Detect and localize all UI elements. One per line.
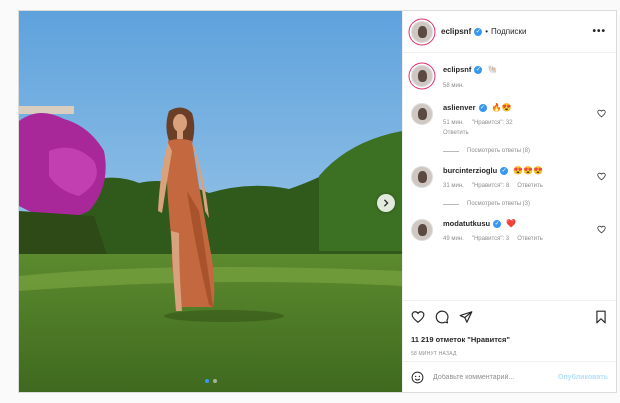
chevron-right-icon — [383, 199, 389, 207]
commenter-avatar[interactable] — [411, 219, 433, 242]
caption-avatar[interactable] — [411, 65, 433, 87]
reply-button[interactable]: Ответить — [517, 236, 543, 242]
view-replies-label: Посмотреть ответы (8) — [467, 148, 531, 155]
comment-text: ❤️ — [506, 219, 517, 229]
caption-text: 🐚 — [487, 65, 498, 74]
carousel-indicator — [19, 379, 402, 383]
carousel-next-button[interactable] — [377, 194, 395, 212]
post-timestamp[interactable]: 58 МИНУТ НАЗАД — [411, 351, 608, 357]
carousel-dot-2 — [212, 379, 217, 383]
verified-badge-icon: ✓ — [474, 27, 483, 36]
follow-status-button[interactable]: Подписки — [491, 27, 526, 36]
carousel-dot-1 — [204, 379, 209, 383]
action-icons — [411, 309, 608, 325]
comment-time[interactable]: 51 мин. — [443, 120, 464, 126]
like-comment-heart-icon[interactable] — [597, 172, 606, 181]
comment-username[interactable]: burcinterzioglu — [443, 166, 497, 175]
comment-likes[interactable]: "Нравится": 32 — [472, 120, 513, 126]
comment-input[interactable] — [433, 373, 558, 381]
comment-username[interactable]: modatutkusu — [443, 219, 490, 228]
comment-username[interactable]: aslienver — [443, 103, 476, 112]
header-separator: • — [485, 27, 489, 36]
post-side-panel: eclipsnf ✓ • Подписки ••• eclipsnf ✓ 🐚 58… — [402, 11, 616, 392]
verified-badge-icon: ✓ — [478, 104, 487, 113]
view-replies-line — [443, 150, 459, 152]
post-photo[interactable] — [19, 11, 402, 392]
caption-meta: 58 мин. — [443, 83, 497, 89]
like-heart-icon[interactable] — [411, 310, 425, 324]
commenter-avatar[interactable] — [411, 103, 433, 126]
comment-text: 🔥😍 — [491, 103, 512, 113]
comment-text: 😍😍😍 — [513, 166, 544, 176]
author-username[interactable]: eclipsnf — [441, 27, 471, 36]
view-replies-label: Посмотреть ответы (3) — [467, 201, 531, 208]
comment-likes[interactable]: "Нравится": 3 — [472, 236, 509, 242]
more-options-icon[interactable]: ••• — [592, 26, 606, 37]
photo-image — [19, 11, 402, 392]
bookmark-icon[interactable] — [594, 310, 608, 324]
comment-meta: 31 мин. "Нравится": 8 Ответить — [443, 183, 543, 189]
view-replies-button[interactable]: Посмотреть ответы (8) — [443, 148, 608, 154]
view-replies-line — [443, 203, 459, 205]
comment-row: burcinterzioglu ✓ 😍😍😍 31 мин. "Нравится":… — [411, 166, 608, 189]
share-paper-plane-icon[interactable] — [459, 310, 473, 324]
likes-count[interactable]: 11 219 отметок "Нравится" — [411, 335, 608, 344]
post-container: eclipsnf ✓ • Подписки ••• eclipsnf ✓ 🐚 58… — [18, 10, 617, 393]
caption-time[interactable]: 58 мин. — [443, 83, 464, 89]
comment-bubble-icon[interactable] — [435, 310, 449, 324]
emoji-smiley-icon[interactable] — [411, 371, 424, 384]
verified-badge-icon: ✓ — [474, 66, 483, 75]
comment-row: aslienver ✓ 🔥😍 51 мин. "Нравится": 32 Отв… — [411, 103, 608, 136]
reply-button[interactable]: Ответить — [517, 183, 543, 189]
comment-time[interactable]: 49 мин. — [443, 236, 464, 242]
publish-button[interactable]: Опубликовать — [558, 374, 608, 381]
reply-button[interactable]: Ответить — [443, 130, 513, 136]
like-comment-heart-icon[interactable] — [597, 109, 606, 118]
view-replies-button[interactable]: Посмотреть ответы (3) — [443, 201, 608, 207]
author-avatar[interactable] — [411, 20, 433, 43]
like-comment-heart-icon[interactable] — [597, 225, 606, 234]
comment-meta: 51 мин. "Нравится": 32 — [443, 120, 513, 126]
verified-badge-icon: ✓ — [500, 167, 509, 176]
commenter-avatar[interactable] — [411, 166, 433, 189]
verified-badge-icon: ✓ — [493, 220, 502, 229]
comment-meta: 49 мин. "Нравится": 3 Ответить — [443, 236, 543, 242]
comment-row: modatutkusu ✓ ❤️ 49 мин. "Нравится": 3 От… — [411, 219, 608, 242]
post-header: eclipsnf ✓ • Подписки ••• — [403, 11, 616, 53]
comments-list: eclipsnf ✓ 🐚 58 мин. aslienver ✓ 🔥😍 51 м… — [403, 53, 616, 300]
add-comment-bar: Опубликовать — [403, 361, 616, 392]
caption-row: eclipsnf ✓ 🐚 58 мин. — [411, 65, 608, 89]
comment-time[interactable]: 31 мин. — [443, 183, 464, 189]
caption-username[interactable]: eclipsnf — [443, 65, 471, 74]
comment-likes[interactable]: "Нравится": 8 — [472, 183, 509, 189]
